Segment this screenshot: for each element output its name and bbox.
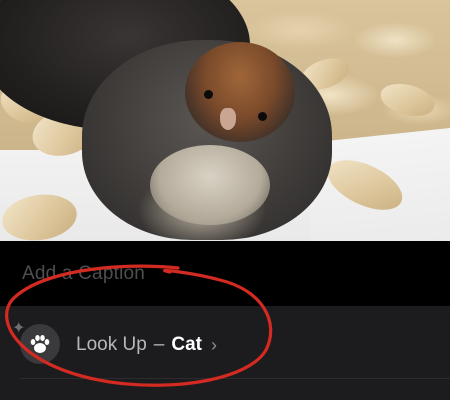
divider <box>20 378 450 379</box>
wood-shaving <box>377 78 438 122</box>
look-up-result[interactable]: Look Up – Cat › <box>76 334 217 356</box>
paw-icon <box>30 335 50 353</box>
photo[interactable] <box>0 0 450 241</box>
visual-lookup-panel <box>0 306 450 400</box>
look-up-separator: – <box>153 334 165 355</box>
caption-input[interactable]: Add a Caption <box>22 263 145 285</box>
look-up-subject: Cat <box>171 334 202 355</box>
chick-belly <box>150 145 270 225</box>
chick-eye-right <box>258 112 267 121</box>
chick-beak <box>220 108 236 130</box>
chevron-right-icon: › <box>210 334 217 355</box>
chick-eye-left <box>204 90 213 99</box>
visual-lookup-button[interactable] <box>20 324 60 364</box>
chick-head <box>185 42 295 142</box>
look-up-label: Look Up <box>76 334 147 355</box>
